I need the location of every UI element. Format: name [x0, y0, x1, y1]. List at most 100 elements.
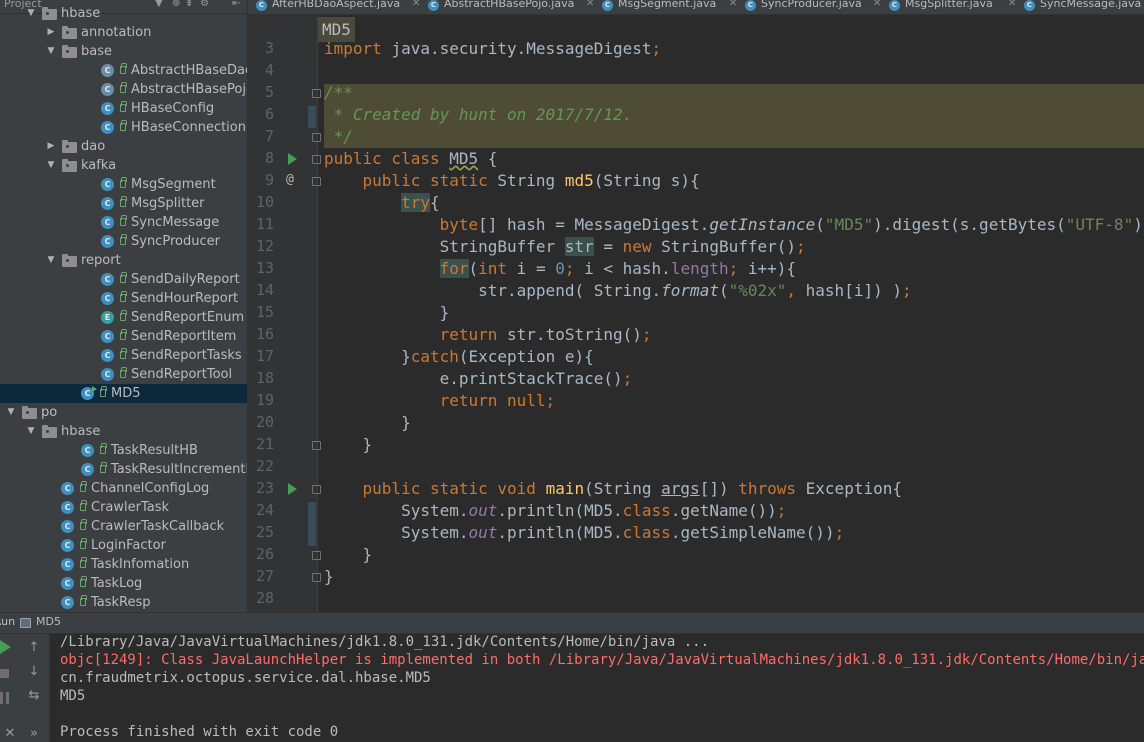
- code-line[interactable]: try{: [324, 192, 440, 214]
- vcs-change-marker[interactable]: [308, 106, 316, 128]
- code-line[interactable]: /**: [324, 82, 353, 104]
- pause-icon[interactable]: [0, 692, 9, 704]
- chevron-down-icon[interactable]: ▼: [45, 156, 57, 175]
- tree-class[interactable]: C AbstractHBasePojo: [0, 80, 247, 99]
- run-gutter-icon[interactable]: [288, 483, 297, 495]
- tree-class[interactable]: C SendReportTasks: [0, 346, 247, 365]
- fold-marker-icon[interactable]: [312, 89, 321, 98]
- tree-class[interactable]: E SendReportEnum: [0, 308, 247, 327]
- fold-marker-icon[interactable]: [312, 485, 321, 494]
- tree-folder[interactable]: ▼ hbase: [0, 4, 247, 23]
- console-line[interactable]: /Library/Java/JavaVirtualMachines/jdk1.8…: [60, 634, 709, 651]
- code-line[interactable]: }catch(Exception e){: [324, 346, 594, 368]
- console-line[interactable]: Process finished with exit code 0: [60, 723, 338, 741]
- tree-class[interactable]: C CrawlerTask: [0, 498, 247, 517]
- close-icon[interactable]: ✕: [586, 0, 594, 9]
- fold-marker-icon[interactable]: [312, 551, 321, 560]
- code-editor[interactable]: 3 4 5 6 7 8 9 10 11 12 13 14 15 16 17 18 19 20 21 22 23 24 25 2…: [248, 15, 1144, 612]
- class-breadcrumb[interactable]: MD5: [318, 17, 355, 42]
- tree-class[interactable]: C SyncMessage: [0, 213, 247, 232]
- tree-class[interactable]: C MsgSegment: [0, 175, 247, 194]
- code-line[interactable]: return str.toString();: [324, 324, 652, 346]
- code-line[interactable]: return null;: [324, 390, 556, 412]
- tree-class[interactable]: C HBaseConnectionManager: [0, 118, 247, 137]
- code-line[interactable]: System.out.println(MD5.class.getSimpleNa…: [324, 522, 844, 544]
- tree-class[interactable]: C TaskResultIncrementHB: [0, 460, 247, 479]
- close-icon[interactable]: ✕: [729, 0, 737, 9]
- stop-icon[interactable]: [0, 669, 9, 678]
- console-line[interactable]: objc[1249]: Class JavaLaunchHelper is im…: [60, 651, 1144, 669]
- close-panel-icon[interactable]: ✕: [2, 726, 18, 742]
- tree-class[interactable]: C SendHourReport: [0, 289, 247, 308]
- code-line[interactable]: byte[] hash = MessageDigest.getInstance(…: [324, 214, 1144, 236]
- tree-folder[interactable]: ▶ dao: [0, 137, 247, 156]
- chevron-down-icon[interactable]: ▼: [5, 403, 17, 422]
- tree-folder[interactable]: ▼ po: [0, 403, 247, 422]
- code-line[interactable]: str.append( String.format("%02x", hash[i…: [324, 280, 912, 302]
- code-line[interactable]: }: [324, 544, 373, 566]
- chevron-down-icon[interactable]: ▼: [45, 251, 57, 270]
- code-line[interactable]: e.printStackTrace();: [324, 368, 633, 390]
- chevron-down-icon[interactable]: ▼: [25, 422, 37, 441]
- tree-class[interactable]: C AbstractHBaseDao: [0, 61, 247, 80]
- code-line[interactable]: * Created by hunt on 2017/7/12.: [324, 104, 633, 126]
- code-line[interactable]: import java.security.MessageDigest;: [324, 38, 661, 60]
- tree-class[interactable]: C HBaseConfig: [0, 99, 247, 118]
- tree-class[interactable]: C SendDailyReport: [0, 270, 247, 289]
- code-line[interactable]: public static String md5(String s){: [324, 170, 700, 192]
- code-line[interactable]: }: [324, 434, 373, 456]
- tree-folder[interactable]: ▼ hbase: [0, 422, 247, 441]
- fold-marker-icon[interactable]: [312, 133, 321, 142]
- tree-node-label: TaskResultHB: [111, 443, 198, 458]
- console-line[interactable]: cn.fraudmetrix.octopus.service.dal.hbase…: [60, 669, 431, 687]
- close-icon[interactable]: ✕: [873, 0, 881, 9]
- tree-folder[interactable]: ▶ annotation: [0, 23, 247, 42]
- tree-class[interactable]: C SendReportItem: [0, 327, 247, 346]
- tree-class[interactable]: C SendReportTool: [0, 365, 247, 384]
- fold-marker-icon[interactable]: [312, 177, 321, 186]
- fold-marker-icon[interactable]: [312, 441, 321, 450]
- vcs-change-marker[interactable]: [308, 502, 316, 546]
- tree-class[interactable]: C CrawlerTaskCallback: [0, 517, 247, 536]
- tree-class[interactable]: C SyncProducer: [0, 232, 247, 251]
- code-line[interactable]: }: [324, 302, 450, 324]
- code-line[interactable]: }: [324, 566, 334, 588]
- more-actions-icon[interactable]: »: [26, 726, 42, 742]
- console-output[interactable]: /Library/Java/JavaVirtualMachines/jdk1.8…: [51, 634, 1144, 742]
- tree-class[interactable]: C TaskResp: [0, 593, 247, 612]
- tree-folder[interactable]: ▼ report: [0, 251, 247, 270]
- code-line[interactable]: StringBuffer str = new StringBuffer();: [324, 236, 806, 258]
- code-line[interactable]: public class MD5 {: [324, 148, 497, 170]
- code-line[interactable]: System.out.println(MD5.class.getName());: [324, 500, 786, 522]
- chevron-right-icon[interactable]: ▶: [45, 137, 57, 156]
- code-line[interactable]: */: [324, 126, 353, 148]
- fold-marker-icon[interactable]: [312, 573, 321, 582]
- chevron-right-icon[interactable]: ▶: [45, 23, 57, 42]
- tree-class[interactable]: C TaskResultHB: [0, 441, 247, 460]
- code-line[interactable]: public static void main(String args[]) t…: [324, 478, 902, 500]
- close-icon[interactable]: ✕: [1008, 0, 1016, 9]
- code-line[interactable]: for(int i = 0; i < hash.length; i++){: [324, 258, 796, 280]
- tree-class[interactable]: C MsgSplitter: [0, 194, 247, 213]
- run-panel-title[interactable]: Run: [0, 615, 15, 628]
- code-line[interactable]: }: [324, 412, 411, 434]
- tree-class[interactable]: C MD5: [0, 384, 247, 403]
- chevron-down-icon[interactable]: ▼: [45, 42, 57, 61]
- soft-wrap-icon[interactable]: ⇆: [26, 688, 42, 704]
- run-config-name[interactable]: MD5: [36, 615, 61, 628]
- scroll-up-icon[interactable]: ↑: [26, 640, 42, 656]
- close-icon[interactable]: ✕: [412, 0, 420, 9]
- run-gutter-icon[interactable]: [288, 153, 297, 165]
- override-marker-icon[interactable]: @: [286, 172, 294, 187]
- tree-class[interactable]: C TaskInfomation: [0, 555, 247, 574]
- fold-marker-icon[interactable]: [312, 155, 321, 164]
- tree-folder[interactable]: ▼ base: [0, 42, 247, 61]
- chevron-down-icon[interactable]: ▼: [25, 4, 37, 23]
- console-line[interactable]: MD5: [60, 687, 85, 705]
- tree-folder[interactable]: ▼ kafka: [0, 156, 247, 175]
- rerun-icon[interactable]: [0, 640, 11, 654]
- tree-class[interactable]: C TaskLog: [0, 574, 247, 593]
- tree-class[interactable]: C LoginFactor: [0, 536, 247, 555]
- scroll-down-icon[interactable]: ↓: [26, 664, 42, 680]
- tree-class[interactable]: C ChannelConfigLog: [0, 479, 247, 498]
